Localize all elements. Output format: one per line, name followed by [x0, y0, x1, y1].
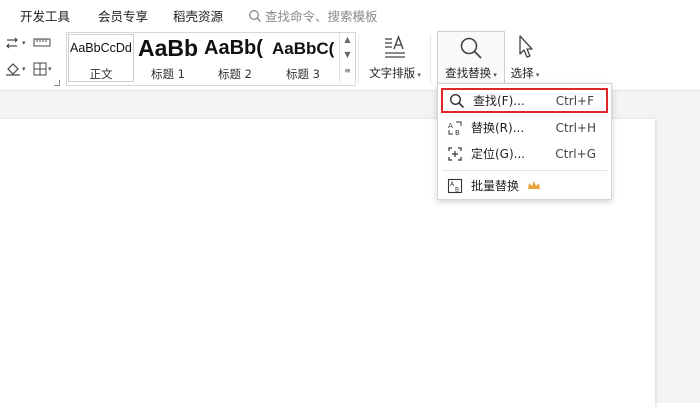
- replace-icon: A B: [445, 120, 465, 136]
- menu-divider: [442, 170, 607, 171]
- text-layout-icon: [385, 35, 405, 58]
- menu-item-batch-replace[interactable]: A B 批量替换: [441, 173, 608, 198]
- style-heading-3[interactable]: AaBbC( 标题 3: [269, 33, 337, 83]
- svg-text:B: B: [455, 186, 459, 193]
- search-icon: [249, 9, 261, 22]
- find-replace-button[interactable]: 查找替换 ▾: [437, 31, 505, 87]
- menu-item-label: 定位(G)...: [471, 147, 526, 161]
- search-icon: [460, 37, 482, 59]
- shading-button[interactable]: ▾: [5, 62, 26, 76]
- expand-gallery-icon[interactable]: ≡: [340, 66, 355, 75]
- style-label: 标题 1: [151, 67, 185, 81]
- style-label: 标题 2: [218, 67, 252, 81]
- ruler-icon: [33, 38, 51, 47]
- paint-bucket-icon: [6, 63, 20, 76]
- chevron-down-icon: ▾: [491, 71, 497, 79]
- styles-gallery: AaBbCcDd 正文 AaBb 标题 1 AaBb( 标题 2 AaBbC( …: [66, 32, 356, 86]
- style-normal[interactable]: AaBbCcDd 正文: [67, 33, 135, 83]
- ribbon-divider: [358, 34, 359, 84]
- cursor-arrow-icon: [519, 35, 533, 58]
- ribbon: ▾ ▾ ▾ AaBbCcDd 正文 AaBb 标题 1 AaBb(标题 2 A…: [0, 28, 700, 91]
- style-sample: AaBbC(: [272, 39, 335, 58]
- ribbon-divider: [430, 34, 431, 84]
- menu-item-find[interactable]: 查找(F)... Ctrl+F: [441, 88, 608, 113]
- ruler-button[interactable]: [33, 36, 51, 48]
- menu-item-goto[interactable]: 定位(G)... Ctrl+G: [441, 141, 608, 166]
- scroll-up-icon[interactable]: ▲: [340, 35, 355, 44]
- chevron-down-icon: ▾: [415, 71, 421, 79]
- paragraph-dialog-launcher[interactable]: [54, 80, 60, 86]
- text-direction-icon: [6, 37, 18, 49]
- style-sample: AaBb: [138, 35, 199, 61]
- menu-bar: 开发工具 会员专享 稻壳资源 查找命令、搜索模板: [0, 0, 700, 28]
- chevron-down-icon: ▾: [22, 65, 26, 73]
- svg-text:B: B: [455, 129, 460, 136]
- locate-icon: [445, 146, 465, 162]
- select-button[interactable]: 选择 ▾: [506, 30, 544, 81]
- batch-replace-icon: A B: [445, 178, 465, 194]
- borders-button[interactable]: ▾: [33, 62, 52, 76]
- paragraph-direction-button[interactable]: ▾: [5, 36, 26, 50]
- style-label: 标题 3: [286, 67, 320, 81]
- find-replace-label: 查找替换: [445, 66, 492, 80]
- text-layout-button[interactable]: 文字排版 ▾: [365, 30, 425, 81]
- tab-member-exclusive[interactable]: 会员专享: [98, 6, 148, 25]
- style-sample: AaBbCcDd: [70, 41, 132, 55]
- tab-developer-tools[interactable]: 开发工具: [20, 6, 70, 25]
- menu-item-shortcut: Ctrl+H: [555, 120, 596, 135]
- svg-text:A: A: [448, 122, 453, 130]
- menu-item-replace[interactable]: A B 替换(R)... Ctrl+H: [441, 115, 608, 140]
- style-label: 正文: [89, 67, 113, 81]
- command-search[interactable]: 查找命令、搜索模板: [248, 6, 378, 25]
- search-icon: [447, 93, 467, 109]
- menu-item-label: 查找(F)...: [473, 94, 525, 108]
- style-sample: AaBb(: [204, 37, 263, 59]
- command-search-placeholder: 查找命令、搜索模板: [265, 9, 378, 24]
- scroll-down-icon[interactable]: ▼: [340, 50, 355, 59]
- style-heading-1[interactable]: AaBb 标题 1: [135, 33, 201, 83]
- crown-icon: [528, 181, 541, 189]
- menu-item-label: 批量替换: [471, 179, 520, 193]
- select-label: 选择: [510, 66, 534, 80]
- find-replace-menu: 查找(F)... Ctrl+F A B 替换(R)... Ctrl+H 定位(G…: [437, 83, 612, 200]
- menu-item-shortcut: Ctrl+F: [555, 93, 594, 108]
- tab-docer-resources[interactable]: 稻壳资源: [173, 6, 223, 25]
- chevron-down-icon: ▾: [22, 39, 26, 47]
- chevron-down-icon: ▾: [48, 65, 52, 73]
- text-layout-label: 文字排版: [369, 66, 416, 80]
- menu-item-label: 替换(R)...: [471, 121, 525, 135]
- border-grid-icon: [33, 62, 47, 76]
- menu-item-shortcut: Ctrl+G: [555, 146, 596, 161]
- style-heading-2[interactable]: AaBb( 标题 2: [201, 33, 269, 83]
- styles-scroll: ▲ ▼ ≡: [339, 33, 355, 83]
- chevron-down-icon: ▾: [533, 71, 540, 79]
